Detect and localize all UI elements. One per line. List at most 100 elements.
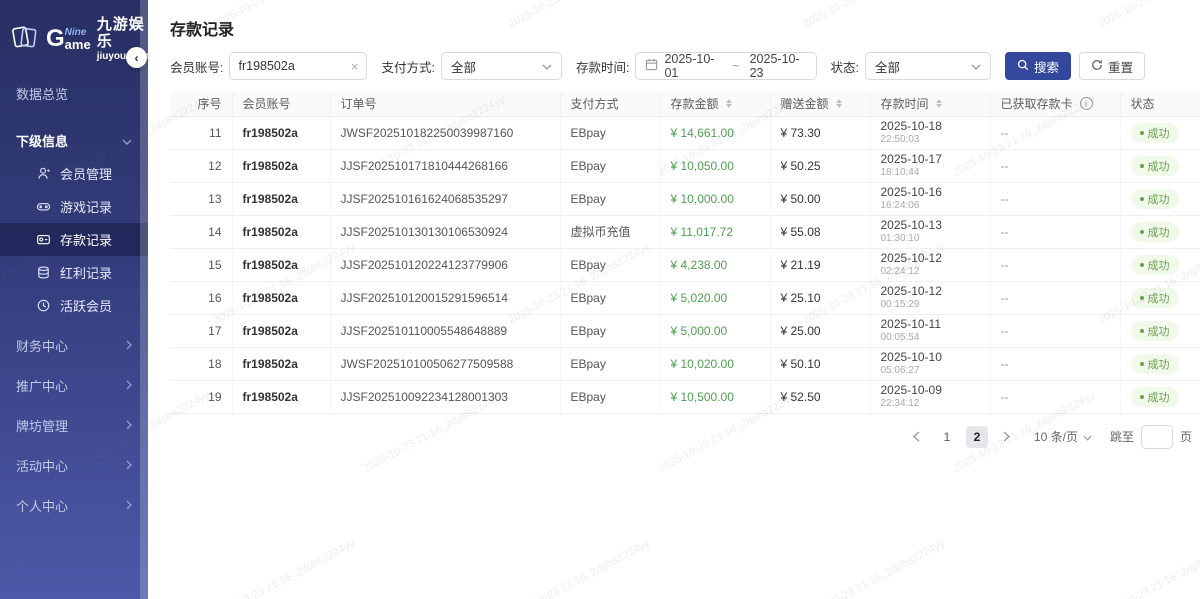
date-end: 2025-10-23	[750, 52, 808, 80]
page-size-select[interactable]: 10 条/页	[1034, 428, 1092, 445]
sidebar-section[interactable]: 个人中心	[0, 488, 148, 522]
cell-status: 成功	[1120, 380, 1200, 413]
sidebar-item-sub[interactable]: 游戏记录	[0, 190, 148, 223]
sidebar-item-label: 存款记录	[60, 230, 112, 249]
column-header[interactable]: 赠送金额	[770, 92, 870, 116]
cell-deposit-time: 2025-10-1005:06:27	[870, 347, 990, 380]
deposit-clock-time: 18:10:44	[881, 167, 980, 179]
sidebar-item-sub[interactable]: 活跃会员	[0, 289, 148, 322]
column-header: 序号	[170, 92, 232, 116]
cell-deposit-time: 2025-10-0922:34:12	[870, 380, 990, 413]
deposit-date: 2025-10-12	[881, 251, 980, 266]
date-range-picker[interactable]: 2025-10-01 ~ 2025-10-23	[635, 52, 817, 80]
cell-status: 成功	[1120, 116, 1200, 149]
next-page-button[interactable]	[996, 426, 1018, 448]
cell-bonus-amount: ¥ 25.00	[770, 314, 870, 347]
deposit-time-label: 存款时间:	[576, 57, 629, 76]
sidebar-item-sub[interactable]: 会员管理	[0, 157, 148, 190]
cell-account: fr198502a	[232, 281, 330, 314]
menu-icon	[36, 232, 51, 247]
jump-suffix-label: 页	[1180, 428, 1192, 445]
deposit-date: 2025-10-09	[881, 383, 980, 398]
sort-icon[interactable]	[936, 99, 942, 108]
table-row: 12fr198502aJJSF202510171810444268166EBpa…	[170, 149, 1200, 182]
status-dot-icon	[1140, 164, 1144, 168]
status-text: 成功	[1148, 356, 1170, 372]
cell-deposit-card: --	[990, 380, 1120, 413]
chevron-right-icon	[126, 418, 132, 433]
status-text: 成功	[1148, 158, 1170, 174]
cell-status: 成功	[1120, 149, 1200, 182]
cell-bonus-amount: ¥ 50.25	[770, 149, 870, 182]
cell-deposit-time: 2025-10-1202:24:12	[870, 248, 990, 281]
deposit-clock-time: 22:50:03	[881, 134, 980, 146]
page-button-2-active[interactable]: 2	[966, 426, 988, 448]
column-header: 订单号	[330, 92, 560, 116]
deposit-date: 2025-10-11	[881, 317, 980, 332]
cell-status: 成功	[1120, 182, 1200, 215]
cell-order-number: JJSF202510120015291596514	[330, 281, 560, 314]
search-button[interactable]: 搜索	[1005, 52, 1071, 80]
deposit-clock-time: 00:15:29	[881, 299, 980, 311]
sidebar-section[interactable]: 活动中心	[0, 448, 148, 482]
sidebar-item-active[interactable]: 存款记录	[0, 223, 148, 256]
sidebar-section[interactable]: 推广中心	[0, 368, 148, 402]
sidebar-section-label: 牌坊管理	[16, 416, 68, 435]
status-text: 成功	[1148, 224, 1170, 240]
cell-order-number: JJSF202510171810444268166	[330, 149, 560, 182]
status-dot-icon	[1140, 263, 1144, 267]
logo-ame: ame	[65, 38, 91, 51]
column-label: 订单号	[341, 95, 377, 112]
pagination: 1 2 10 条/页 跳至 页	[170, 425, 1194, 449]
cell-serial: 12	[170, 149, 232, 182]
account-input[interactable]	[238, 59, 346, 73]
search-icon	[1017, 59, 1029, 74]
cell-deposit-amount: ¥ 10,500.00	[660, 380, 770, 413]
page-button-1[interactable]: 1	[936, 426, 958, 448]
cell-order-number: JJSF202510110005548648889	[330, 314, 560, 347]
cell-deposit-time: 2025-10-1718:10:44	[870, 149, 990, 182]
table-row: 16fr198502aJJSF202510120015291596514EBpa…	[170, 281, 1200, 314]
column-header[interactable]: 存款金额	[660, 92, 770, 116]
deposit-clock-time: 05:06:27	[881, 365, 980, 377]
sort-icon[interactable]	[726, 99, 732, 108]
sidebar-group-downline[interactable]: 下级信息	[0, 123, 148, 157]
deposit-table-wrap: 序号会员账号订单号支付方式存款金额赠送金额存款时间已获取存款卡i状态 11fr1…	[170, 92, 1200, 414]
status-select[interactable]: 全部	[865, 52, 991, 80]
cell-serial: 16	[170, 281, 232, 314]
cell-status: 成功	[1120, 347, 1200, 380]
sidebar-section[interactable]: 财务中心	[0, 328, 148, 362]
column-header: 已获取存款卡i	[990, 92, 1120, 116]
clear-icon[interactable]: ×	[351, 59, 359, 74]
page-jump: 跳至 页	[1110, 425, 1192, 449]
cell-bonus-amount: ¥ 21.19	[770, 248, 870, 281]
jump-page-input[interactable]	[1141, 425, 1173, 449]
sort-icon[interactable]	[836, 99, 842, 108]
sidebar-section[interactable]: 牌坊管理	[0, 408, 148, 442]
menu-icon	[36, 265, 51, 280]
payment-select[interactable]: 全部	[441, 52, 562, 80]
cell-deposit-amount: ¥ 4,238.00	[660, 248, 770, 281]
deposit-date: 2025-10-16	[881, 185, 980, 200]
column-header[interactable]: 存款时间	[870, 92, 990, 116]
sidebar-item-overview[interactable]: 数据总览	[0, 76, 148, 110]
cell-serial: 14	[170, 215, 232, 248]
reset-button[interactable]: 重置	[1079, 52, 1145, 80]
cell-bonus-amount: ¥ 55.08	[770, 215, 870, 248]
cell-serial: 18	[170, 347, 232, 380]
cell-order-number: JJSF202510120224123779906	[330, 248, 560, 281]
cell-account: fr198502a	[232, 248, 330, 281]
cell-status: 成功	[1120, 314, 1200, 347]
prev-page-button[interactable]	[906, 426, 928, 448]
menu-icon	[36, 166, 51, 181]
cell-deposit-amount: ¥ 11,017.72	[660, 215, 770, 248]
page-title: 存款记录	[170, 16, 1194, 40]
status-dot-icon	[1140, 329, 1144, 333]
column-label: 存款时间	[881, 95, 929, 112]
deposit-date: 2025-10-10	[881, 350, 980, 365]
sidebar-collapse-button[interactable]: ‹	[126, 47, 147, 68]
info-icon[interactable]: i	[1080, 97, 1093, 110]
sidebar-item-sub[interactable]: 红利记录	[0, 256, 148, 289]
chevron-down-icon	[1083, 430, 1092, 444]
column-header: 支付方式	[560, 92, 660, 116]
